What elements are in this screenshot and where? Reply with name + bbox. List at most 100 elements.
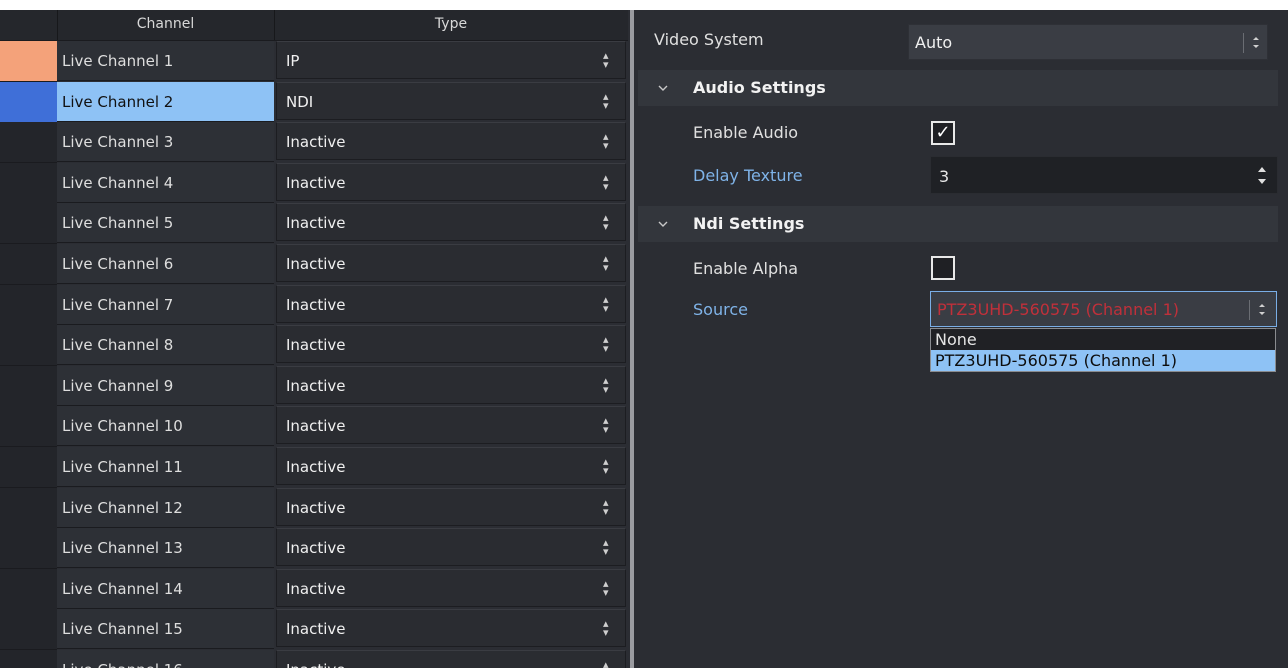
row-color-swatch[interactable] bbox=[0, 122, 57, 164]
channel-type-select[interactable]: Inactive bbox=[276, 565, 626, 612]
table-row[interactable]: Live Channel 14 Inactive bbox=[0, 565, 628, 612]
channel-type-select[interactable]: NDI bbox=[276, 78, 626, 125]
channel-name-cell[interactable]: Live Channel 9 bbox=[57, 365, 274, 406]
row-color-swatch[interactable] bbox=[0, 325, 57, 367]
channel-type-value: NDI bbox=[286, 92, 314, 111]
combo-separator bbox=[1243, 33, 1244, 53]
ndi-settings-title: Ndi Settings bbox=[693, 214, 805, 233]
channel-type-select[interactable]: Inactive bbox=[276, 443, 626, 490]
ndi-settings-section[interactable]: Ndi Settings bbox=[638, 206, 1278, 242]
channel-type-select[interactable]: Inactive bbox=[276, 159, 626, 206]
chevron-updown-icon bbox=[603, 240, 611, 287]
row-color-swatch[interactable] bbox=[0, 162, 57, 204]
channel-name-cell[interactable]: Live Channel 11 bbox=[57, 446, 274, 487]
channel-type-select[interactable]: Inactive bbox=[276, 199, 626, 246]
header-type[interactable]: Type bbox=[274, 10, 628, 40]
table-row[interactable]: Live Channel 1 IP bbox=[0, 37, 628, 84]
table-row[interactable]: Live Channel 3 Inactive bbox=[0, 118, 628, 165]
video-system-select[interactable]: Auto bbox=[908, 24, 1268, 60]
table-row[interactable]: Live Channel 8 Inactive bbox=[0, 321, 628, 368]
chevron-updown-icon bbox=[603, 524, 611, 571]
source-dropdown-list: None PTZ3UHD-560575 (Channel 1) bbox=[930, 328, 1276, 372]
audio-settings-title: Audio Settings bbox=[693, 78, 826, 97]
splitter-handle[interactable] bbox=[630, 10, 634, 668]
channel-type-select[interactable]: Inactive bbox=[276, 321, 626, 368]
table-row[interactable]: Live Channel 7 Inactive bbox=[0, 281, 628, 328]
channel-name-cell[interactable]: Live Channel 12 bbox=[57, 487, 274, 528]
audio-settings-section[interactable]: Audio Settings bbox=[638, 70, 1278, 106]
channel-type-select[interactable]: Inactive bbox=[276, 402, 626, 449]
row-color-swatch[interactable] bbox=[0, 446, 57, 488]
channel-name-cell[interactable]: Live Channel 13 bbox=[57, 528, 274, 569]
video-system-row: Video System Auto bbox=[638, 10, 1288, 66]
row-color-swatch[interactable] bbox=[0, 406, 57, 448]
channel-type-select[interactable]: Inactive bbox=[276, 605, 626, 652]
channel-name-cell[interactable]: Live Channel 3 bbox=[57, 122, 274, 163]
table-row[interactable]: Live Channel 10 Inactive bbox=[0, 402, 628, 449]
panel-splitter[interactable] bbox=[628, 10, 638, 668]
row-color-swatch[interactable] bbox=[0, 365, 57, 407]
channel-type-select[interactable]: Inactive bbox=[276, 362, 626, 409]
channel-type-select[interactable]: Inactive bbox=[276, 281, 626, 328]
table-row[interactable]: Live Channel 6 Inactive bbox=[0, 240, 628, 287]
source-select[interactable]: PTZ3UHD-560575 (Channel 1) bbox=[930, 291, 1277, 327]
table-row[interactable]: Live Channel 9 Inactive bbox=[0, 362, 628, 409]
channel-name-cell[interactable]: Live Channel 7 bbox=[57, 284, 274, 325]
row-color-swatch[interactable] bbox=[0, 41, 57, 82]
chevron-down-icon bbox=[658, 70, 668, 121]
channel-type-value: Inactive bbox=[286, 620, 346, 639]
header-channel[interactable]: Channel bbox=[57, 10, 275, 40]
table-row[interactable]: Live Channel 11 Inactive bbox=[0, 443, 628, 490]
source-option[interactable]: PTZ3UHD-560575 (Channel 1) bbox=[931, 350, 1275, 371]
app-window: Channel Type Live Channel 1IPLive Channe… bbox=[0, 10, 1288, 668]
row-color-swatch[interactable] bbox=[0, 203, 57, 245]
channel-type-select[interactable]: Inactive bbox=[276, 484, 626, 531]
table-row[interactable]: Live Channel 16 Inactive bbox=[0, 646, 628, 668]
channel-name-cell[interactable]: Live Channel 14 bbox=[57, 568, 274, 609]
channel-type-select[interactable]: Inactive bbox=[276, 118, 626, 165]
table-row[interactable]: Live Channel 2 NDI bbox=[0, 78, 628, 125]
table-row[interactable]: Live Channel 15 Inactive bbox=[0, 605, 628, 652]
check-icon: ✓ bbox=[935, 122, 951, 143]
channel-name-cell[interactable]: Live Channel 16 bbox=[57, 649, 274, 668]
channel-type-select[interactable]: IP bbox=[276, 37, 626, 84]
channel-type-value: Inactive bbox=[286, 254, 346, 273]
channel-name-cell[interactable]: Live Channel 5 bbox=[57, 203, 274, 244]
table-row[interactable]: Live Channel 12 Inactive bbox=[0, 484, 628, 531]
delay-texture-label[interactable]: Delay Texture bbox=[693, 166, 803, 185]
table-row[interactable]: Live Channel 13 Inactive bbox=[0, 524, 628, 571]
chevron-updown-icon bbox=[1251, 25, 1261, 61]
channel-name-cell[interactable]: Live Channel 8 bbox=[57, 325, 274, 366]
delay-texture-spinbox[interactable]: 3 bbox=[930, 156, 1278, 194]
channel-type-select[interactable]: Inactive bbox=[276, 240, 626, 287]
enable-audio-checkbox[interactable]: ✓ bbox=[931, 121, 955, 145]
row-color-swatch[interactable] bbox=[0, 243, 57, 285]
source-option[interactable]: None bbox=[931, 329, 1275, 350]
channel-name-cell[interactable]: Live Channel 6 bbox=[57, 243, 274, 284]
row-color-swatch[interactable] bbox=[0, 284, 57, 326]
enable-alpha-checkbox[interactable] bbox=[931, 256, 955, 280]
channel-name-cell[interactable]: Live Channel 15 bbox=[57, 609, 274, 650]
row-color-swatch[interactable] bbox=[0, 81, 57, 123]
channel-type-select[interactable]: Inactive bbox=[276, 524, 626, 571]
channel-type-value: Inactive bbox=[286, 498, 346, 517]
channel-name-cell[interactable]: Live Channel 4 bbox=[57, 162, 274, 203]
row-color-swatch[interactable] bbox=[0, 487, 57, 529]
table-row[interactable]: Live Channel 5 Inactive bbox=[0, 199, 628, 246]
chevron-updown-icon bbox=[603, 78, 611, 125]
source-label[interactable]: Source bbox=[693, 300, 748, 319]
channel-name-cell[interactable]: Live Channel 10 bbox=[57, 406, 274, 447]
channel-type-value: Inactive bbox=[286, 336, 346, 355]
row-color-swatch[interactable] bbox=[0, 568, 57, 610]
channel-type-select[interactable]: Inactive bbox=[276, 646, 626, 668]
channel-name-cell[interactable]: Live Channel 1 bbox=[57, 41, 274, 81]
channel-name-cell[interactable]: Live Channel 2 bbox=[57, 81, 274, 122]
row-color-swatch[interactable] bbox=[0, 609, 57, 651]
row-color-swatch[interactable] bbox=[0, 649, 57, 668]
channel-table: Channel Type Live Channel 1IPLive Channe… bbox=[0, 10, 628, 668]
properties-panel: Video System Auto Audio Settings Enable … bbox=[638, 10, 1288, 668]
row-color-swatch[interactable] bbox=[0, 528, 57, 570]
table-row[interactable]: Live Channel 4 Inactive bbox=[0, 159, 628, 206]
spin-arrows-icon[interactable] bbox=[1256, 157, 1268, 195]
video-system-value: Auto bbox=[915, 33, 953, 52]
